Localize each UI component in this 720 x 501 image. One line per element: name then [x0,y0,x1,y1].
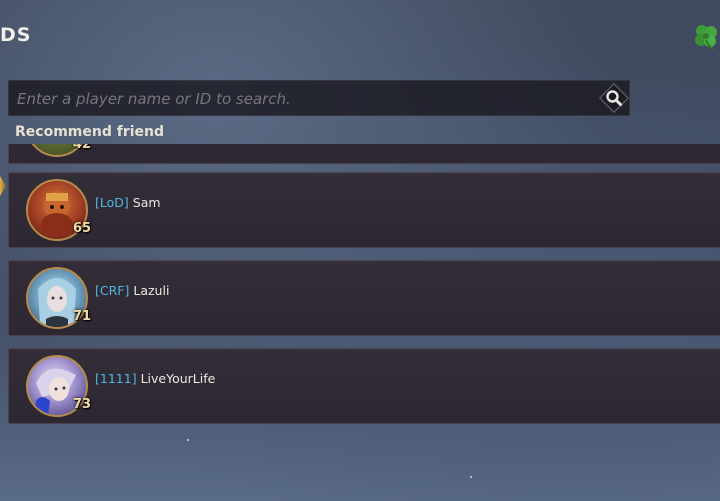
guild-tag: [1111] [95,371,137,386]
player-level: 71 [73,309,92,324]
player-name: Sam [132,195,161,210]
player-name: LiveYourLife [140,371,216,386]
player-name: Lazuli [133,283,170,298]
friend-list[interactable]: 42 65 [LoD] Sam 71 [CRF] Lazuli 73 [1111… [0,144,720,434]
background-star [470,476,472,478]
player-name-line: [CRF] Lazuli [95,283,169,298]
player-name-line: [LoD] Sam [95,195,161,210]
background-star [187,439,189,441]
clover-icon[interactable] [692,22,720,50]
guild-tag: [CRF] [95,283,130,298]
friend-card[interactable]: 71 [CRF] Lazuli [8,260,720,336]
search-icon[interactable] [596,80,632,116]
player-level: 73 [73,397,92,412]
player-level: 42 [73,144,92,152]
section-label: Recommend friend [15,124,165,140]
page-title: DS [0,24,32,46]
player-name-line: [1111] LiveYourLife [95,371,215,386]
friend-card[interactable]: 73 [1111] LiveYourLife [8,348,720,424]
search-input[interactable] [15,81,579,117]
friend-card[interactable]: 65 [LoD] Sam [8,172,720,248]
friend-card[interactable]: 42 [8,144,720,164]
search-bar [8,80,632,117]
guild-tag: [LoD] [95,195,129,210]
player-level: 65 [73,221,92,236]
